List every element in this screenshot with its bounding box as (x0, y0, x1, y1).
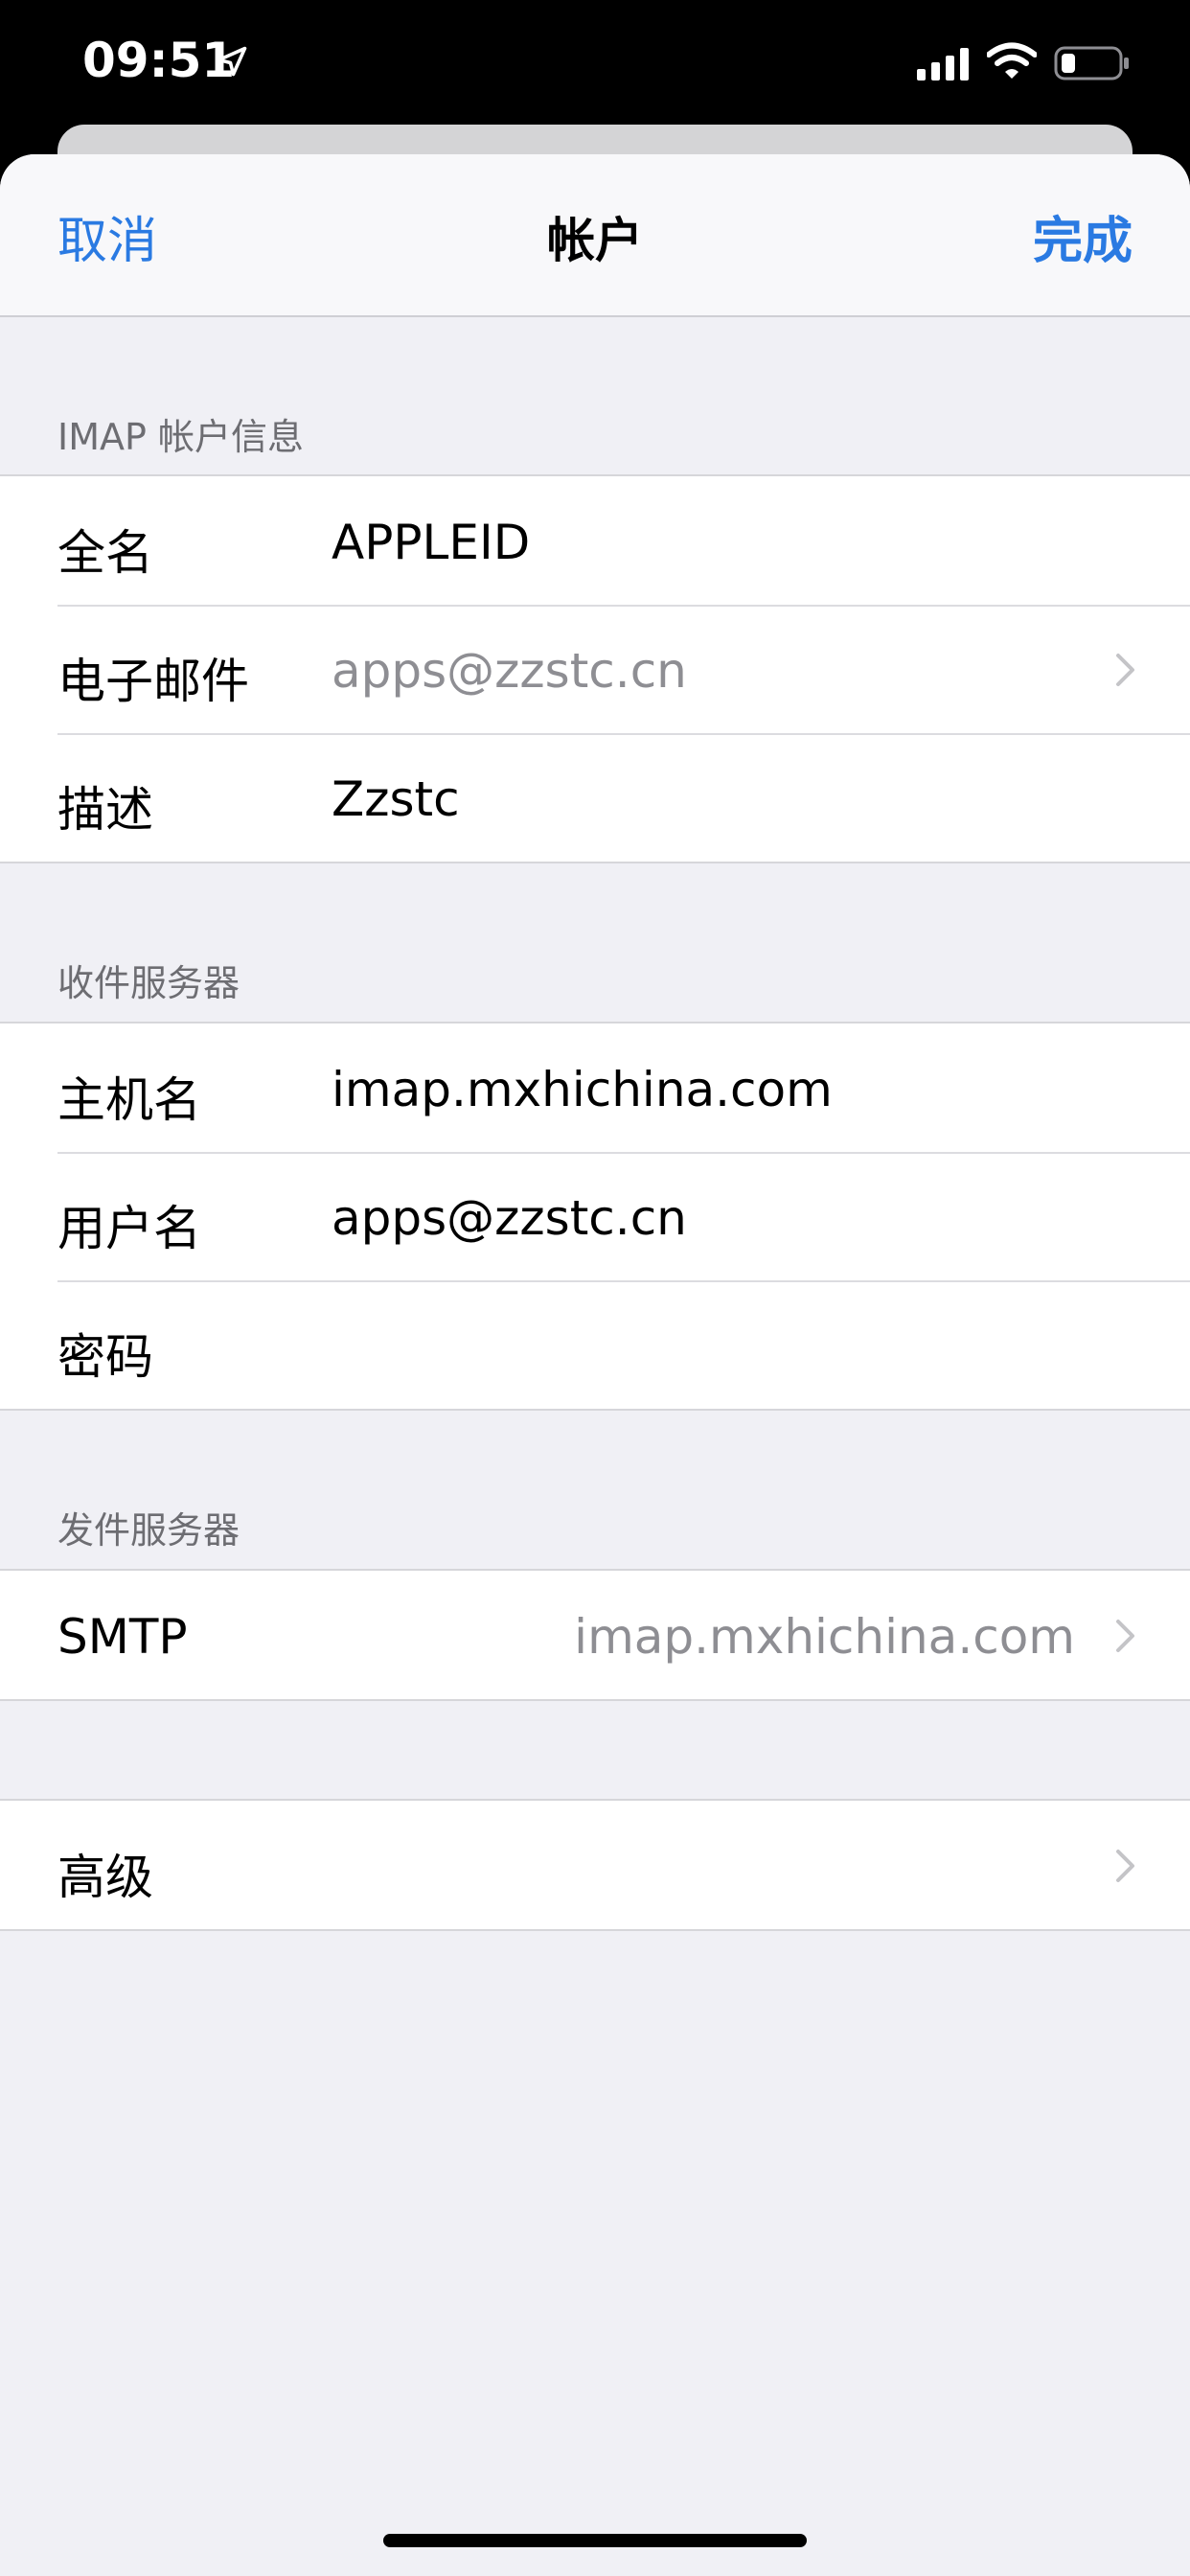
wifi-icon (987, 42, 1037, 79)
email-row[interactable]: 电子邮件 apps@zzstc.cn (0, 605, 1190, 733)
section-header-incoming: 收件服务器 (57, 962, 240, 1004)
hostname-row[interactable]: 主机名 imap.mxhichina.com (0, 1024, 1190, 1152)
email-value: apps@zzstc.cn (332, 643, 687, 699)
battery-icon (1054, 46, 1129, 80)
hostname-field[interactable]: imap.mxhichina.com (332, 1062, 833, 1117)
status-bar: 09:51 (0, 0, 1190, 129)
page-title: 帐户 (547, 213, 643, 268)
username-label: 用户名 (57, 1201, 201, 1256)
section-header-outgoing: 发件服务器 (57, 1509, 240, 1552)
username-row[interactable]: 用户名 apps@zzstc.cn (0, 1152, 1190, 1280)
password-label: 密码 (57, 1329, 153, 1385)
outgoing-server-group: SMTP imap.mxhichina.com (0, 1569, 1190, 1701)
full-name-label: 全名 (57, 525, 153, 581)
hostname-label: 主机名 (57, 1072, 201, 1128)
home-indicator[interactable] (383, 2534, 807, 2547)
cellular-signal-icon (917, 48, 969, 80)
section-header-imap: IMAP 帐户信息 (57, 416, 304, 458)
description-field[interactable]: Zzstc (332, 771, 460, 827)
navigation-bar: 取消 帐户 完成 (0, 154, 1190, 317)
account-sheet: 取消 帐户 完成 IMAP 帐户信息 全名 APPLEID 电子邮件 apps@… (0, 154, 1190, 2576)
advanced-row[interactable]: 高级 (0, 1801, 1190, 1929)
imap-account-group: 全名 APPLEID 电子邮件 apps@zzstc.cn 描述 Zzstc (0, 474, 1190, 863)
advanced-group: 高级 (0, 1799, 1190, 1931)
chevron-right-icon (1116, 1620, 1134, 1652)
status-time: 09:51 (82, 33, 236, 88)
password-row[interactable]: 密码 (0, 1280, 1190, 1409)
chevron-right-icon (1116, 1850, 1134, 1882)
smtp-label: SMTP (57, 1609, 188, 1665)
incoming-server-group: 主机名 imap.mxhichina.com 用户名 apps@zzstc.cn… (0, 1022, 1190, 1411)
description-row[interactable]: 描述 Zzstc (0, 733, 1190, 862)
done-button[interactable]: 完成 (1033, 200, 1133, 272)
smtp-value: imap.mxhichina.com (574, 1609, 1075, 1665)
username-field[interactable]: apps@zzstc.cn (332, 1190, 687, 1246)
description-label: 描述 (57, 782, 153, 838)
location-arrow-icon (217, 46, 247, 77)
full-name-row[interactable]: 全名 APPLEID (0, 476, 1190, 605)
full-name-field[interactable]: APPLEID (332, 515, 530, 570)
email-label: 电子邮件 (57, 654, 249, 709)
advanced-label: 高级 (57, 1850, 153, 1905)
smtp-row[interactable]: SMTP imap.mxhichina.com (0, 1571, 1190, 1699)
chevron-right-icon (1116, 654, 1134, 686)
